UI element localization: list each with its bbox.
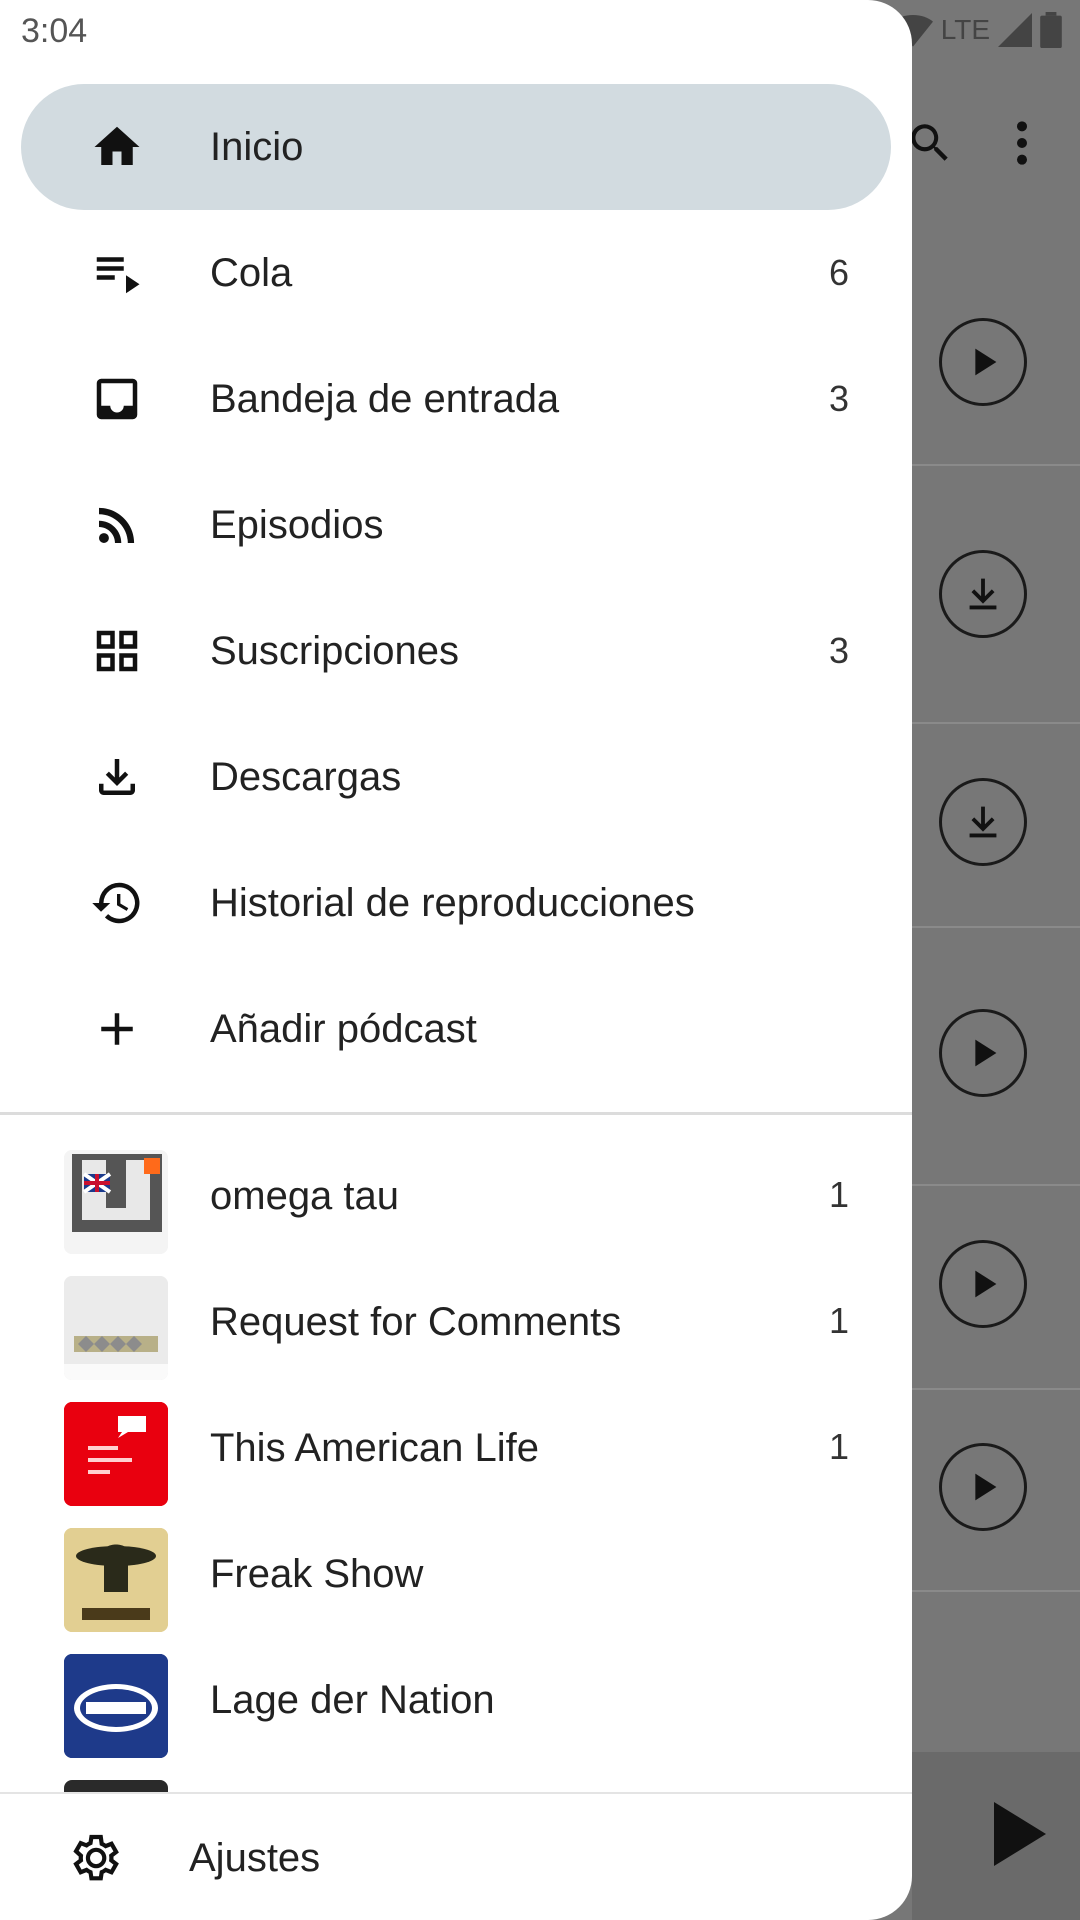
nav-item-episodes[interactable]: Episodios [21,462,891,588]
grid-icon [87,621,147,681]
list-divider [912,1590,1080,1592]
podcast-count: 1 [828,1300,849,1341]
nav-item-label: Descargas [210,754,402,799]
list-divider [912,926,1080,928]
drawer-divider [0,1112,912,1115]
nav-item-count: 6 [828,252,849,293]
podcast-thumbnail-partial [64,1780,168,1792]
play-button[interactable] [939,1009,1027,1097]
podcast-item-this-american-life[interactable]: This American Life 1 [0,1381,912,1507]
mini-player-play-icon[interactable] [990,1802,1046,1871]
nav-item-count: 3 [828,630,849,671]
play-button[interactable] [939,1443,1027,1531]
podcast-thumbnail [64,1276,168,1380]
nav-item-subscriptions[interactable]: Suscripciones 3 [21,588,891,714]
rss-icon [87,495,147,555]
history-icon [87,873,147,933]
podcast-thumbnail [64,1654,168,1758]
list-divider [912,722,1080,724]
nav-item-label: Historial de reproducciones [210,880,695,925]
battery-icon [1040,12,1062,48]
add-icon [87,999,147,1059]
navigation-drawer: 3:04 Inicio Cola 6 Bandeja de entrada 3 … [0,0,912,1920]
settings-item[interactable]: Ajustes [0,1794,912,1920]
list-divider [912,1184,1080,1186]
play-button[interactable] [939,1240,1027,1328]
download-button[interactable] [939,550,1027,638]
queue-icon [87,243,147,303]
download-button[interactable] [939,778,1027,866]
podcast-thumbnail [64,1402,168,1506]
podcast-item-freak-show[interactable]: Freak Show [0,1507,912,1633]
inbox-icon [87,369,147,429]
podcast-item-lage-der-nation[interactable]: Lage der Nation [0,1633,912,1759]
podcast-item-request-for-comments[interactable]: Request for Comments 1 [0,1255,912,1381]
nav-item-add-podcast[interactable]: Añadir pódcast [21,966,891,1092]
podcast-thumbnail [64,1528,168,1632]
podcast-name: Lage der Nation [210,1678,495,1722]
more-options-icon[interactable] [1004,118,1040,173]
nav-item-label: Episodios [210,502,384,547]
list-divider [912,464,1080,466]
play-button[interactable] [939,318,1027,406]
status-icons: LTE [892,12,1062,48]
nav-item-label: Añadir pódcast [210,1006,477,1051]
download-icon [87,747,147,807]
podcast-count: 1 [828,1174,849,1215]
list-divider [912,1388,1080,1390]
nav-item-history[interactable]: Historial de reproducciones [21,840,891,966]
podcast-count: 1 [828,1426,849,1467]
nav-item-downloads[interactable]: Descargas [21,714,891,840]
home-icon [87,117,147,177]
nav-item-label: Cola [210,250,293,295]
podcast-name: omega tau [210,1174,400,1218]
settings-label: Ajustes [189,1836,321,1880]
podcast-name: This American Life [210,1426,540,1470]
podcast-thumbnail [64,1150,168,1254]
nav-item-count: 3 [828,378,849,419]
nav-item-label: Inicio [210,124,304,169]
nav-item-label: Bandeja de entrada [210,376,560,421]
signal-icon [998,13,1032,47]
podcast-item-omega-tau[interactable]: omega tau 1 [0,1129,912,1255]
network-type: LTE [940,14,990,45]
nav-item-inbox[interactable]: Bandeja de entrada 3 [21,336,891,462]
search-icon[interactable] [905,118,955,173]
status-time: 3:04 [21,12,88,50]
nav-item-queue[interactable]: Cola 6 [21,210,891,336]
podcast-name: Request for Comments [210,1300,622,1344]
nav-item-label: Suscripciones [210,628,460,673]
gear-icon [73,1834,119,1881]
nav-item-home[interactable]: Inicio [21,84,891,210]
podcast-name: Freak Show [210,1552,424,1596]
